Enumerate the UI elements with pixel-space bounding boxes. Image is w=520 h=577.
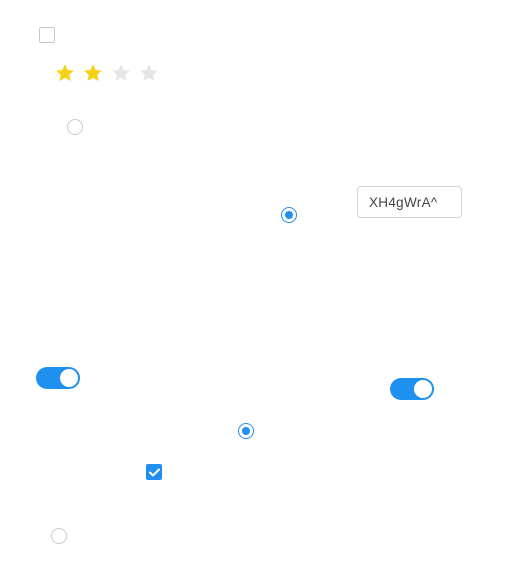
radio-button-selected[interactable] xyxy=(281,207,297,223)
checkbox-checked[interactable] xyxy=(146,464,162,480)
star-icon-filled[interactable] xyxy=(54,62,76,84)
star-icon-empty[interactable] xyxy=(110,62,132,84)
star-icon-filled[interactable] xyxy=(82,62,104,84)
radio-button-unselected[interactable] xyxy=(67,119,83,135)
text-input[interactable] xyxy=(357,186,462,218)
toggle-switch-on[interactable] xyxy=(390,378,434,400)
checkbox-unchecked[interactable] xyxy=(39,27,55,43)
star-rating[interactable] xyxy=(54,62,160,84)
star-icon-empty[interactable] xyxy=(138,62,160,84)
toggle-knob xyxy=(414,380,432,398)
toggle-switch-on[interactable] xyxy=(36,367,80,389)
toggle-knob xyxy=(60,369,78,387)
radio-button-selected[interactable] xyxy=(238,423,254,439)
checkmark-icon xyxy=(148,468,160,476)
radio-button-unselected[interactable] xyxy=(51,528,67,544)
